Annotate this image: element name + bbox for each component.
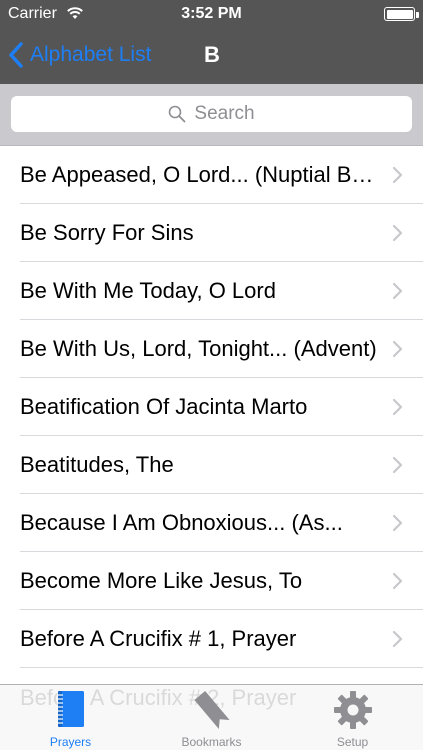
list-item[interactable]: Be Appeased, O Lord... (Nuptial Blessing… xyxy=(0,146,423,204)
battery-tip xyxy=(416,12,419,18)
list-item-label: Be With Us, Lord, Tonight... (Advent) xyxy=(20,336,377,361)
row-divider xyxy=(20,667,423,668)
list-item[interactable]: Be With Us, Lord, Tonight... (Advent) xyxy=(0,320,423,378)
navigation-bar: Alphabet List B xyxy=(0,28,423,84)
status-time: 3:52 PM xyxy=(181,5,242,22)
prayer-list: Be Appeased, O Lord... (Nuptial Blessing… xyxy=(0,146,423,684)
tab-bookmarks[interactable]: Bookmarks xyxy=(141,685,282,750)
list-item[interactable]: Beatitudes, The xyxy=(0,436,423,494)
chevron-right-icon xyxy=(392,630,403,648)
back-button-label: Alphabet List xyxy=(30,43,152,66)
chevron-left-icon xyxy=(9,42,23,68)
list-item[interactable]: Be Sorry For Sins xyxy=(0,204,423,262)
list-item[interactable]: Be With Me Today, O Lord xyxy=(0,262,423,320)
list-item-label: Beatification Of Jacinta Marto xyxy=(20,394,308,419)
tab-setup-label: Setup xyxy=(336,735,369,749)
back-button[interactable]: Alphabet List xyxy=(8,40,151,70)
battery-icon xyxy=(384,7,415,21)
chevron-right-icon xyxy=(392,456,403,474)
list-item-label: Before A Crucifix # 1, Prayer xyxy=(20,626,297,651)
status-bar: Carrier 3:52 PM xyxy=(0,0,423,28)
tab-prayers-label: Prayers xyxy=(49,735,92,749)
search-icon xyxy=(169,105,186,123)
book-icon xyxy=(56,691,84,727)
list-item-label: Because I Am Obnoxious... (As... xyxy=(20,510,343,535)
list-item-label: Be Appeased, O Lord... (Nuptial Blessing… xyxy=(20,162,378,187)
search-bar: Search xyxy=(0,84,423,146)
chevron-right-icon xyxy=(392,282,403,300)
bookmark-icon xyxy=(193,690,230,730)
chevron-right-icon xyxy=(392,398,403,416)
list-item[interactable]: Because I Am Obnoxious... (As... xyxy=(0,494,423,552)
page-title: B xyxy=(204,42,220,67)
tab-setup[interactable]: Setup xyxy=(282,685,423,750)
search-input[interactable]: Search xyxy=(11,96,412,132)
chevron-right-icon xyxy=(392,340,403,358)
chevron-right-icon xyxy=(392,166,403,184)
list-item-label: Become More Like Jesus, To xyxy=(20,568,303,593)
list-item-label: Beatitudes, The xyxy=(20,452,174,477)
tab-prayers[interactable]: Prayers xyxy=(0,685,141,750)
list-item-label: Be With Me Today, O Lord xyxy=(20,278,276,303)
tab-bookmarks-label: Bookmarks xyxy=(181,735,242,749)
chevron-right-icon xyxy=(392,514,403,532)
gear-icon xyxy=(333,691,372,729)
chevron-right-icon xyxy=(392,224,403,242)
search-placeholder: Search xyxy=(194,103,255,124)
list-item[interactable]: Beatification Of Jacinta Marto xyxy=(0,378,423,436)
tab-bar: Before A Crucifix # 2, Prayer Prayers Bo… xyxy=(0,684,423,750)
list-item[interactable]: Become More Like Jesus, To xyxy=(0,552,423,610)
list-item-label: Be Sorry For Sins xyxy=(20,220,194,245)
chevron-right-icon xyxy=(392,572,403,590)
list-item[interactable]: Before A Crucifix # 1, Prayer xyxy=(0,610,423,668)
